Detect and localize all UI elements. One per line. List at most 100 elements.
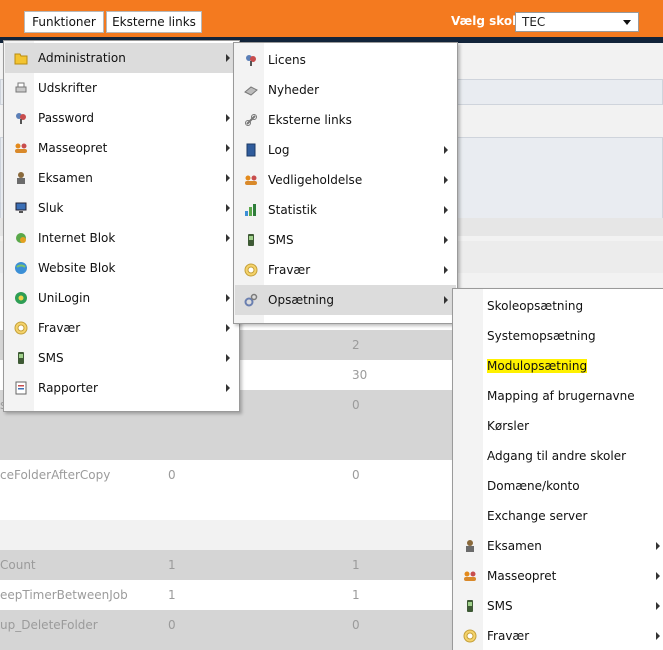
absence-icon <box>14 321 28 335</box>
menu-item-label: Modulopsætning <box>487 359 588 373</box>
table-row: Count 1 1 <box>0 550 470 580</box>
menu-item-website-blok[interactable]: Website Blok <box>5 253 238 283</box>
log-icon <box>244 143 258 157</box>
menu-item-masseopret[interactable]: Masseopret <box>5 133 238 163</box>
menu-item-label: Domæne/konto <box>487 479 580 493</box>
chart-icon <box>244 203 258 217</box>
menu-item-label: Statistik <box>268 203 317 217</box>
table-cell: 0 <box>352 618 360 632</box>
table-cell: ceFolderAfterCopy <box>0 468 111 482</box>
menu-item-fravær[interactable]: Fravær <box>235 255 456 285</box>
news-icon <box>244 83 258 97</box>
settings-icon <box>244 293 258 307</box>
table-cell: 1 <box>168 588 176 602</box>
menu-item-label: Log <box>268 143 290 157</box>
menu-item-rapporter[interactable]: Rapporter <box>5 373 238 403</box>
menu-item-fravær[interactable]: Fravær <box>454 621 663 650</box>
submenu-arrow-icon <box>226 144 230 152</box>
menu-item-fravær[interactable]: Fravær <box>5 313 238 343</box>
table-cell: Count <box>0 558 36 572</box>
monitor-icon <box>14 201 28 215</box>
table-row: up_DeleteFolder 0 0 <box>0 610 470 650</box>
menu-item-kørsler[interactable]: Kørsler <box>454 411 663 441</box>
menu-item-systemopsætning[interactable]: Systemopsætning <box>454 321 663 351</box>
menu-item-skoleopsætning[interactable]: Skoleopsætning <box>454 291 663 321</box>
menu-item-log[interactable]: Log <box>235 135 456 165</box>
table-cell: 1 <box>352 558 360 572</box>
menu-item-label: SMS <box>268 233 294 247</box>
menu-item-label: Eksamen <box>487 539 542 553</box>
menu-item-administration[interactable]: Administration <box>5 43 238 73</box>
menu-item-label: Administration <box>38 51 126 65</box>
report-icon <box>14 381 28 395</box>
setup-submenu: Skoleopsætning Systemopsætning Modulopsætn… <box>452 288 663 650</box>
link-icon <box>244 113 258 127</box>
table-row: ceFolderAfterCopy 0 0 <box>0 460 470 520</box>
submenu-arrow-icon <box>444 206 448 214</box>
table-cell: 0 <box>352 398 360 412</box>
menu-item-sms[interactable]: SMS <box>454 591 663 621</box>
tab-funktioner[interactable]: Funktioner <box>24 11 104 33</box>
top-toolbar: Funktioner Eksterne links Vælg skole TEC <box>0 0 663 37</box>
menu-item-label: Adgang til andre skoler <box>487 449 627 463</box>
menu-item-adgang-til-andre-skoler[interactable]: Adgang til andre skoler <box>454 441 663 471</box>
menu-item-label: Systemopsætning <box>487 329 596 343</box>
menu-item-label: Eksterne links <box>268 113 352 127</box>
keys-icon <box>244 53 258 67</box>
menu-item-label: Password <box>38 111 95 125</box>
menu-item-vedligeholdelse[interactable]: Vedligeholdelse <box>235 165 456 195</box>
menu-item-sms[interactable]: SMS <box>5 343 238 373</box>
chevron-down-icon <box>623 20 631 25</box>
menu-item-eksamen[interactable]: Eksamen <box>5 163 238 193</box>
menu-item-sluk[interactable]: Sluk <box>5 193 238 223</box>
submenu-arrow-icon <box>656 542 660 550</box>
menu-item-modulopsætning[interactable]: Modulopsætning <box>454 351 663 381</box>
menu-item-eksterne-links[interactable]: Eksterne links <box>235 105 456 135</box>
table-row: eepTimerBetweenJob 1 1 <box>0 580 470 610</box>
menu-item-nyheder[interactable]: Nyheder <box>235 75 456 105</box>
menu-item-label: Masseopret <box>487 569 557 583</box>
unilogin-icon <box>14 291 28 305</box>
menu-item-label: Masseopret <box>38 141 108 155</box>
table-cell: up_DeleteFolder <box>0 618 98 632</box>
menu-item-label: Mapping af brugernavne <box>487 389 635 403</box>
menu-item-label: Nyheder <box>268 83 319 97</box>
menu-item-eksamen[interactable]: Eksamen <box>454 531 663 561</box>
submenu-arrow-icon <box>226 234 230 242</box>
tab-eksterne-links[interactable]: Eksterne links <box>106 11 202 33</box>
menu-item-password[interactable]: Password <box>5 103 238 133</box>
submenu-arrow-icon <box>226 354 230 362</box>
school-select-value: TEC <box>522 15 546 29</box>
menu-item-label: Opsætning <box>268 293 334 307</box>
menu-item-label: Website Blok <box>38 261 116 275</box>
school-select[interactable]: TEC <box>515 12 639 32</box>
absence-icon <box>244 263 258 277</box>
menu-item-statistik[interactable]: Statistik <box>235 195 456 225</box>
menu-item-opsætning[interactable]: Opsætning <box>235 285 456 315</box>
menu-item-label: Sluk <box>38 201 64 215</box>
internet-block-icon <box>14 231 28 245</box>
exam-icon <box>14 171 28 185</box>
menu-item-masseopret[interactable]: Masseopret <box>454 561 663 591</box>
submenu-arrow-icon <box>656 602 660 610</box>
menu-item-udskrifter[interactable]: Udskrifter <box>5 73 238 103</box>
menu-item-label: Fravær <box>268 263 311 277</box>
menu-item-domæne-konto[interactable]: Domæne/konto <box>454 471 663 501</box>
menu-item-licens[interactable]: Licens <box>235 45 456 75</box>
menu-item-unilogin[interactable]: UniLogin <box>5 283 238 313</box>
table-cell: 30 <box>352 368 368 382</box>
table-cell: 2 <box>352 338 360 352</box>
menu-item-mapping-af-brugernavne[interactable]: Mapping af brugernavne <box>454 381 663 411</box>
submenu-arrow-icon <box>656 572 660 580</box>
menu-item-label: Internet Blok <box>38 231 116 245</box>
users-icon <box>244 173 258 187</box>
menu-item-sms[interactable]: SMS <box>235 225 456 255</box>
menu-item-label: Fravær <box>487 629 530 643</box>
menu-item-internet-blok[interactable]: Internet Blok <box>5 223 238 253</box>
users-icon <box>14 141 28 155</box>
submenu-arrow-icon <box>444 266 448 274</box>
administration-submenu: Licens Nyheder Eksterne links Log Vedligehol… <box>233 42 458 324</box>
globe-icon <box>14 261 28 275</box>
menu-item-exchange-server[interactable]: Exchange server <box>454 501 663 531</box>
menu-item-label: Licens <box>268 53 306 67</box>
